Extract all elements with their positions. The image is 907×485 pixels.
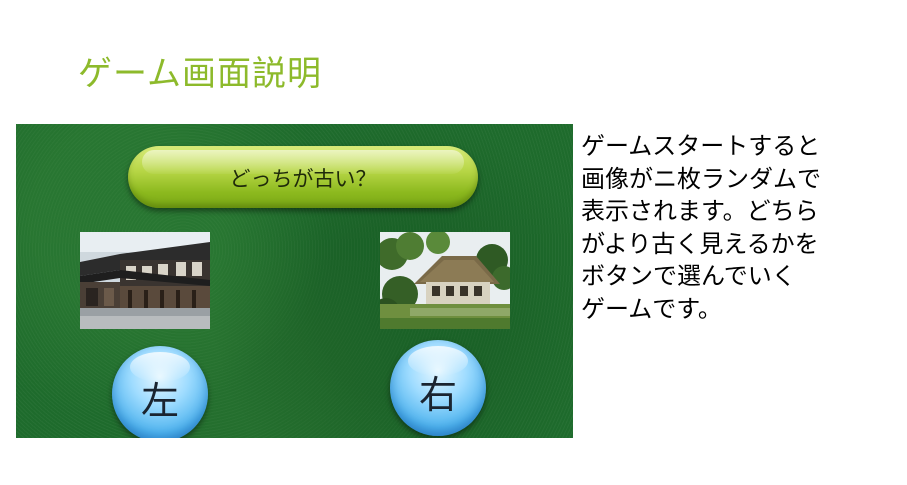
right-button-label: 右	[418, 373, 457, 417]
right-button[interactable]: 右	[390, 340, 486, 436]
description-line: がより古く見えるかを	[581, 229, 819, 258]
left-button[interactable]: 左	[112, 346, 208, 438]
description-text: ゲームスタートすると 画像がニ枚ランダムで 表示されます。どちら がより古く見え…	[581, 130, 866, 325]
game-screen-mockup: どっちが古い？ 左 右	[16, 124, 573, 438]
old-townhouse-image	[80, 232, 210, 329]
slide-title: ゲーム画面説明	[78, 54, 322, 94]
description-line: 表示されます。どちら	[581, 197, 819, 225]
right-photo[interactable]	[380, 232, 510, 329]
description-line: ボタンで選んでいく	[581, 262, 796, 290]
description-line: 画像がニ枚ランダムで	[581, 164, 821, 193]
description-line: ゲームです。	[581, 294, 722, 323]
description-line: ゲームスタートすると	[581, 132, 821, 160]
question-banner: どっちが古い？	[128, 146, 478, 208]
left-button-label: 左	[140, 379, 179, 423]
thatched-farmhouse-image	[380, 232, 510, 329]
question-text: どっちが古い？	[229, 167, 377, 191]
left-photo[interactable]	[80, 232, 210, 329]
